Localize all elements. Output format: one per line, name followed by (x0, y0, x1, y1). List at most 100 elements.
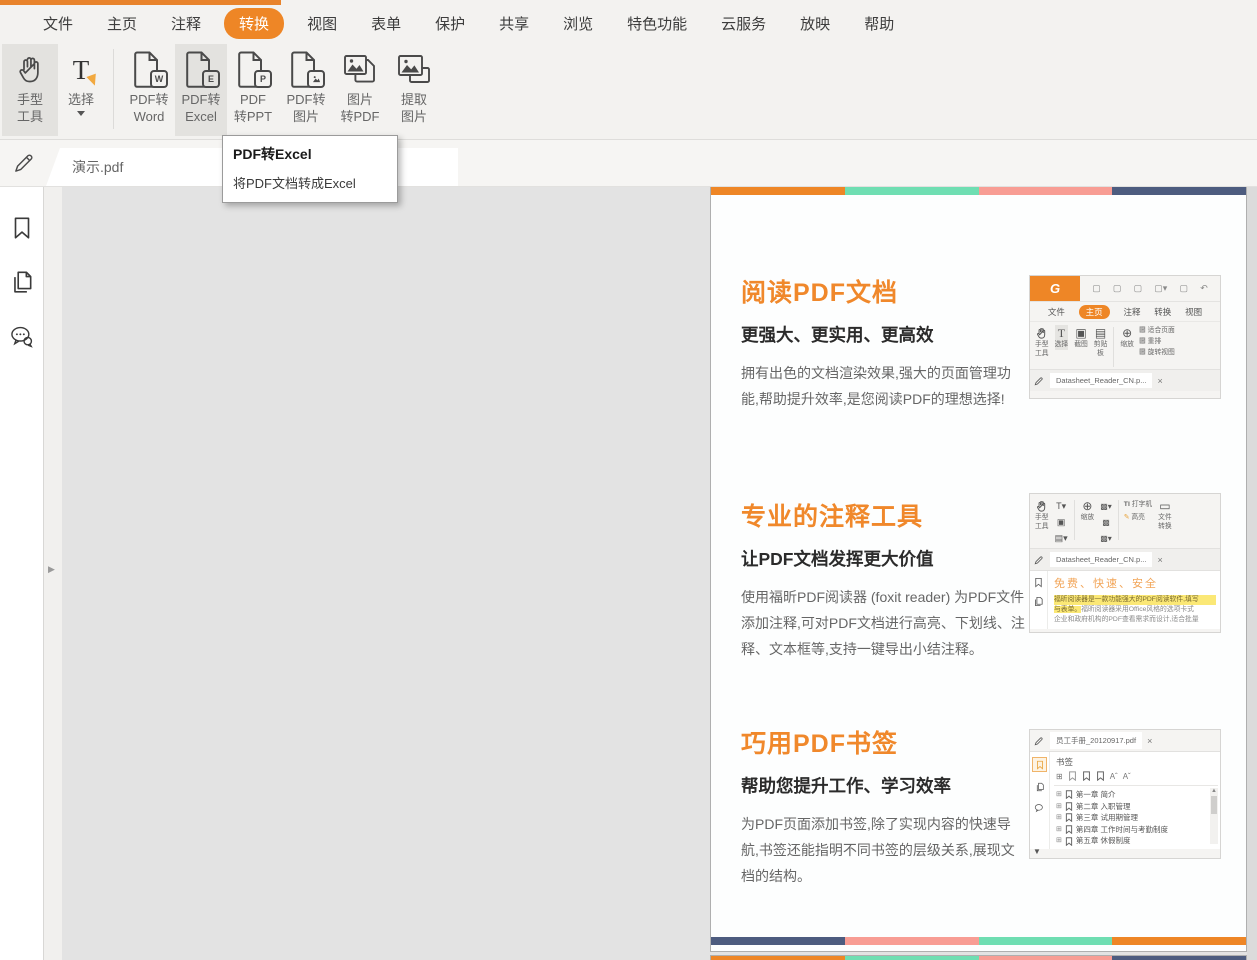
menu-browse[interactable]: 浏览 (546, 13, 610, 34)
mini-scroll-down-arrow: ▼ (1033, 847, 1041, 856)
panel-splitter[interactable]: ▶ (44, 186, 62, 960)
menu-present[interactable]: 放映 (783, 13, 847, 34)
mini-toolbar: 手型 工具 T 选择 ▣ 截图 ▤ 剪贴 板 ⊕ 缩放 ▩ 适合页面 ▩ 重排 … (1030, 321, 1220, 369)
select-tool-button[interactable]: T 选择 (58, 44, 104, 136)
section-subtitle: 帮助您提升工作、学习效率 (741, 776, 951, 796)
foxit-logo: G (1030, 276, 1080, 301)
menu-view[interactable]: 视图 (290, 13, 354, 34)
expand-panel-arrow-icon[interactable]: ▶ (48, 564, 55, 575)
section-title: 阅读PDF文档 (741, 279, 899, 307)
mini-annotate-toolbar: 手型 工具 T▾ ▣ ▤▾ ⊕ 缩放 ▩▾ ▩ ▩▾ TI 打字机 ✎ 高亮 ▭… (1030, 494, 1220, 548)
mini-tab-bar: Datasheet_Reader_CN.p... × (1030, 369, 1220, 391)
section-title: 巧用PDF书签 (741, 730, 899, 758)
bookmark-item: ⊞ 第二章 入职管理 (1056, 801, 1131, 811)
bookmark-panel-title: 书签 (1056, 757, 1074, 767)
mini-annotate-options: TI 打字机 ✎ 高亮 (1123, 501, 1153, 521)
mini-tab-bar: 员工手册_20120917.pdf × (1030, 730, 1220, 751)
mini-view-options: ▩ 适合页面 ▩ 重排 ▩ 旋转视图 (1138, 327, 1175, 356)
mini-pages-icon (1032, 779, 1047, 794)
menu-home[interactable]: 主页 (90, 13, 154, 34)
section-read-pdf: 阅读PDF文档 更强大、更实用、更高效 拥有出色的文档渲染效果,强大的页面管理功… (741, 273, 1041, 412)
hand-tool-button[interactable]: 手型 工具 (2, 44, 58, 136)
bookmark-item: ⊞ 第四章 工作时间与考勤制度 (1056, 824, 1168, 835)
mini-side-rail: ▼ (1030, 752, 1050, 856)
mini-select-tool: T 选择 (1054, 325, 1069, 350)
image-to-pdf-button[interactable]: 图片 转PDF (333, 44, 387, 136)
mini-hand-tool: 手型 工具 (1035, 325, 1049, 358)
menu-file[interactable]: 文件 (26, 13, 90, 34)
mini-comments-icon (1032, 801, 1047, 816)
mini-zoom-tool: ⊕ 缩放 (1120, 326, 1134, 348)
pdf-page-2-top-strip (710, 955, 1247, 960)
menu-features[interactable]: 特色功能 (610, 13, 704, 34)
pdf-to-image-icon (289, 49, 325, 91)
window-right-edge (1247, 186, 1257, 960)
section-pdf-bookmarks: 巧用PDF书签 帮助您提升工作、学习效率 为PDF页面添加书签,除了实现内容的快… (741, 724, 1041, 889)
bookmark-item: ⊞ 第一章 简介 (1056, 790, 1116, 800)
bookmark-panel-icon[interactable] (9, 215, 35, 241)
screenshot-annotation-ui: 手型 工具 T▾ ▣ ▤▾ ⊕ 缩放 ▩▾ ▩ ▩▾ TI 打字机 ✎ 高亮 ▭… (1029, 493, 1221, 633)
pdf-to-word-icon: W (132, 49, 168, 91)
text-select-icon: T (73, 49, 100, 91)
tooltip-title: PDF转Excel (233, 146, 312, 162)
menu-cloud[interactable]: 云服务 (704, 13, 783, 34)
mini-doc-title: 免费、快速、安全 (1054, 578, 1158, 590)
dropdown-caret-icon (77, 111, 85, 116)
comments-panel-icon[interactable] (9, 324, 35, 350)
pdf-page-1: 阅读PDF文档 更强大、更实用、更高效 拥有出色的文档渲染效果,强大的页面管理功… (710, 186, 1247, 952)
menu-protect[interactable]: 保护 (418, 13, 482, 34)
screenshot-reader-ui: G ▢ ▢ ▢ ▢▾ ▢ ↶ 文件 主页 注释 转换 视图 手型 工具 T 选择… (1029, 275, 1221, 399)
mini-clipboard-tool: ▤ 剪贴 板 (1093, 326, 1108, 357)
pdf-to-image-button[interactable]: PDF转 图片 (279, 44, 333, 136)
menu-bar: 文件 主页 注释 转换 视图 表单 保护 共享 浏览 特色功能 云服务 放映 帮… (0, 0, 1257, 42)
pdf-to-excel-button[interactable]: E PDF转 Excel (175, 44, 227, 136)
highlighted-text: 与表单。福昕阅读器采用Office风格的选项卡式 (1054, 606, 1194, 613)
top-accent-bar (0, 0, 281, 5)
pages-panel-icon[interactable] (9, 269, 35, 295)
menu-comment[interactable]: 注释 (154, 13, 218, 34)
mini-zoom-tool: ⊕ 缩放 (1080, 499, 1095, 521)
pdf-to-excel-icon: E (184, 49, 220, 91)
mini-tab-bar: Datasheet_Reader_CN.p... × (1030, 548, 1220, 570)
bookmark-item: ⊞ 第三章 试用期管理 (1056, 813, 1138, 823)
tooltip-pdf-to-excel: PDF转Excel 将PDF文档转成Excel (222, 135, 398, 203)
bookmark-panel-toolbar: ⊞ Aˆ Aˇ (1054, 770, 1218, 786)
section-subtitle: 更强大、更实用、更高效 (741, 325, 934, 345)
image-to-pdf-icon (342, 49, 379, 91)
page-top-color-strip (711, 187, 1246, 195)
hand-icon (14, 49, 46, 91)
mini-tool-stack: T▾ ▣ ▤▾ (1054, 500, 1068, 543)
section-body: 拥有出色的文档渲染效果,强大的页面管理功能,帮助提升效率,是您阅读PDF的理想选… (741, 365, 1011, 407)
mini-hand-tool: 手型 工具 (1035, 498, 1049, 531)
menu-convert-active[interactable]: 转换 (224, 7, 285, 39)
extract-image-icon (396, 49, 433, 91)
pdf-to-word-button[interactable]: W PDF转 Word (123, 44, 175, 136)
extract-image-button[interactable]: 提取 图片 (387, 44, 441, 136)
mini-menu-home-active: 主页 (1078, 304, 1110, 319)
toolbar-separator (113, 49, 114, 129)
section-subtitle: 让PDF文档发挥更大价值 (741, 549, 934, 569)
section-body: 使用福昕PDF阅读器 (foxit reader) 为PDF文件添加注释,可对P… (741, 589, 1025, 657)
section-title: 专业的注释工具 (741, 503, 924, 531)
quick-access-icons: ▢ ▢ ▢ ▢▾ ▢ ↶ (1092, 283, 1208, 293)
mini-menu-bar: 文件 主页 注释 转换 视图 (1047, 304, 1203, 319)
menu-share[interactable]: 共享 (482, 13, 546, 34)
mini-bookmark-icon-active (1032, 757, 1047, 772)
mini-scrollbar: ▲ (1210, 788, 1218, 844)
page-bottom-color-strip (711, 937, 1246, 945)
mini-page-tools: ▩▾ ▩ ▩▾ (1100, 501, 1112, 543)
main-area: ▶ 阅读PDF文档 更强大、更实用、更高效 拥有出色的文档渲染效果,强大的页面管… (0, 186, 1257, 960)
mini-bookmark-panel: ▼ 书签 ⊞ Aˆ Aˇ ⊞ 第一章 简介 ⊞ 第二章 入职管理 ⊞ 第三章 试… (1030, 751, 1220, 856)
pdf-to-ppt-icon: P (236, 49, 272, 91)
menu-form[interactable]: 表单 (354, 13, 418, 34)
bookmark-item: ⊞ 第五章 休假制度 (1056, 836, 1131, 846)
menu-help[interactable]: 帮助 (847, 13, 911, 34)
section-body: 为PDF页面添加书签,除了实现内容的快速导航,书签还能指明不同书签的层级关系,展… (741, 816, 1015, 884)
highlighted-text: 福昕阅读器是一款功能强大的PDF阅读软件,填写 (1054, 595, 1216, 605)
mini-side-rail (1030, 571, 1048, 629)
mini-convert-tool: ▭ 文件 转换 (1158, 499, 1172, 530)
pdf-to-ppt-button[interactable]: P PDF 转PPT (227, 44, 279, 136)
screenshot-bookmarks-ui: 员工手册_20120917.pdf × ▼ 书签 ⊞ Aˆ Aˇ ⊞ 第一章 简… (1029, 729, 1221, 859)
ribbon-toolbar: 手型 工具 T 选择 W PDF转 Word E PDF转 Excel P PD… (0, 42, 1257, 140)
annotate-pencil-icon[interactable] (13, 151, 36, 174)
